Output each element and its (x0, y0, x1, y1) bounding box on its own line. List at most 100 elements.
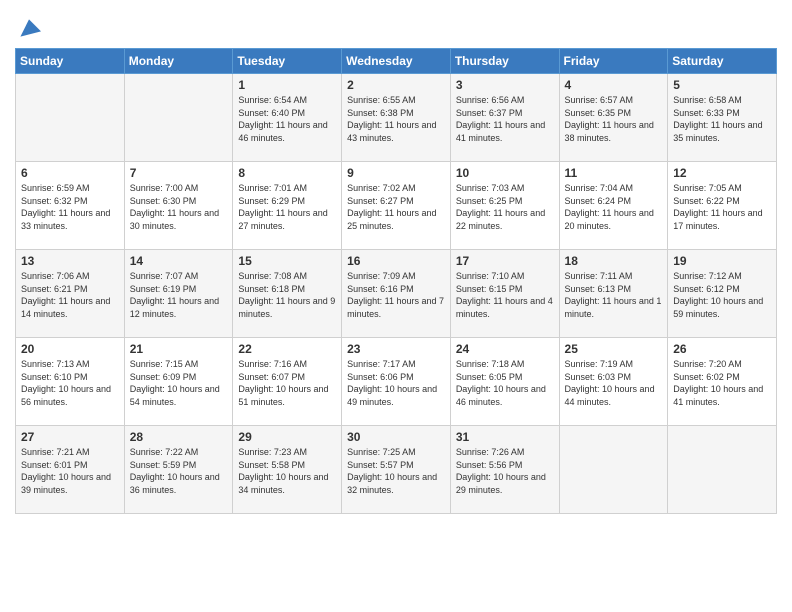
cell-info: Sunrise: 7:25 AM Sunset: 5:57 PM Dayligh… (347, 446, 445, 496)
day-number: 21 (130, 342, 228, 356)
day-number: 1 (238, 78, 336, 92)
day-number: 3 (456, 78, 554, 92)
day-number: 13 (21, 254, 119, 268)
day-header-sunday: Sunday (16, 49, 125, 74)
cell-info: Sunrise: 7:01 AM Sunset: 6:29 PM Dayligh… (238, 182, 336, 232)
cell-info: Sunrise: 7:20 AM Sunset: 6:02 PM Dayligh… (673, 358, 771, 408)
calendar-body: 1 Sunrise: 6:54 AM Sunset: 6:40 PM Daylig… (16, 74, 777, 514)
cell-info: Sunrise: 6:57 AM Sunset: 6:35 PM Dayligh… (565, 94, 663, 144)
calendar-cell: 25Sunrise: 7:19 AM Sunset: 6:03 PM Dayli… (559, 338, 668, 426)
cell-info: Sunrise: 7:16 AM Sunset: 6:07 PM Dayligh… (238, 358, 336, 408)
calendar-page: SundayMondayTuesdayWednesdayThursdayFrid… (0, 0, 792, 529)
week-row-3: 20 Sunrise: 7:13 AM Sunset: 6:10 PM Dayli… (16, 338, 777, 426)
calendar-cell: 5 Sunrise: 6:58 AM Sunset: 6:33 PM Daylig… (668, 74, 777, 162)
logo (15, 16, 41, 40)
cell-info: Sunrise: 6:55 AM Sunset: 6:38 PM Dayligh… (347, 94, 445, 144)
cell-info: Sunrise: 7:11 AM Sunset: 6:13 PM Dayligh… (565, 270, 663, 320)
day-number: 24 (456, 342, 554, 356)
day-number: 27 (21, 430, 119, 444)
cell-info: Sunrise: 7:19 AM Sunset: 6:03 PM Dayligh… (565, 358, 663, 408)
calendar-cell: 1 Sunrise: 6:54 AM Sunset: 6:40 PM Daylig… (233, 74, 342, 162)
day-number: 18 (565, 254, 663, 268)
calendar-table: SundayMondayTuesdayWednesdayThursdayFrid… (15, 48, 777, 514)
cell-info: Sunrise: 7:07 AM Sunset: 6:19 PM Dayligh… (130, 270, 228, 320)
day-number: 23 (347, 342, 445, 356)
day-number: 8 (238, 166, 336, 180)
day-number: 17 (456, 254, 554, 268)
day-number: 28 (130, 430, 228, 444)
calendar-cell: 18 Sunrise: 7:11 AM Sunset: 6:13 PM Dayli… (559, 250, 668, 338)
day-header-saturday: Saturday (668, 49, 777, 74)
cell-info: Sunrise: 7:00 AM Sunset: 6:30 PM Dayligh… (130, 182, 228, 232)
calendar-cell: 29 Sunrise: 7:23 AM Sunset: 5:58 PM Dayli… (233, 426, 342, 514)
week-row-2: 13 Sunrise: 7:06 AM Sunset: 6:21 PM Dayli… (16, 250, 777, 338)
cell-info: Sunrise: 7:15 AM Sunset: 6:09 PM Dayligh… (130, 358, 228, 408)
cell-info: Sunrise: 6:56 AM Sunset: 6:37 PM Dayligh… (456, 94, 554, 144)
day-number: 30 (347, 430, 445, 444)
calendar-cell: 12Sunrise: 7:05 AM Sunset: 6:22 PM Dayli… (668, 162, 777, 250)
cell-info: Sunrise: 7:05 AM Sunset: 6:22 PM Dayligh… (673, 182, 771, 232)
calendar-cell: 16 Sunrise: 7:09 AM Sunset: 6:16 PM Dayli… (342, 250, 451, 338)
calendar-cell: 19 Sunrise: 7:12 AM Sunset: 6:12 PM Dayli… (668, 250, 777, 338)
day-number: 15 (238, 254, 336, 268)
calendar-cell (124, 74, 233, 162)
day-number: 26 (673, 342, 771, 356)
day-number: 4 (565, 78, 663, 92)
calendar-cell: 26 Sunrise: 7:20 AM Sunset: 6:02 PM Dayli… (668, 338, 777, 426)
calendar-cell: 3 Sunrise: 6:56 AM Sunset: 6:37 PM Daylig… (450, 74, 559, 162)
calendar-cell: 21 Sunrise: 7:15 AM Sunset: 6:09 PM Dayli… (124, 338, 233, 426)
cell-info: Sunrise: 7:09 AM Sunset: 6:16 PM Dayligh… (347, 270, 445, 320)
cell-info: Sunrise: 7:10 AM Sunset: 6:15 PM Dayligh… (456, 270, 554, 320)
cell-info: Sunrise: 6:59 AM Sunset: 6:32 PM Dayligh… (21, 182, 119, 232)
day-number: 5 (673, 78, 771, 92)
day-number: 2 (347, 78, 445, 92)
cell-info: Sunrise: 7:08 AM Sunset: 6:18 PM Dayligh… (238, 270, 336, 320)
day-number: 20 (21, 342, 119, 356)
calendar-cell (668, 426, 777, 514)
day-number: 10 (456, 166, 554, 180)
calendar-cell: 27 Sunrise: 7:21 AM Sunset: 6:01 PM Dayli… (16, 426, 125, 514)
calendar-cell: 6Sunrise: 6:59 AM Sunset: 6:32 PM Daylig… (16, 162, 125, 250)
day-number: 19 (673, 254, 771, 268)
day-number: 22 (238, 342, 336, 356)
day-number: 16 (347, 254, 445, 268)
calendar-cell: 30 Sunrise: 7:25 AM Sunset: 5:57 PM Dayli… (342, 426, 451, 514)
calendar-cell: 8 Sunrise: 7:01 AM Sunset: 6:29 PM Daylig… (233, 162, 342, 250)
calendar-cell: 15 Sunrise: 7:08 AM Sunset: 6:18 PM Dayli… (233, 250, 342, 338)
calendar-cell: 13 Sunrise: 7:06 AM Sunset: 6:21 PM Dayli… (16, 250, 125, 338)
calendar-cell: 17 Sunrise: 7:10 AM Sunset: 6:15 PM Dayli… (450, 250, 559, 338)
day-header-thursday: Thursday (450, 49, 559, 74)
cell-info: Sunrise: 6:54 AM Sunset: 6:40 PM Dayligh… (238, 94, 336, 144)
day-number: 7 (130, 166, 228, 180)
calendar-cell: 4 Sunrise: 6:57 AM Sunset: 6:35 PM Daylig… (559, 74, 668, 162)
cell-info: Sunrise: 7:02 AM Sunset: 6:27 PM Dayligh… (347, 182, 445, 232)
cell-info: Sunrise: 6:58 AM Sunset: 6:33 PM Dayligh… (673, 94, 771, 144)
calendar-cell: 20 Sunrise: 7:13 AM Sunset: 6:10 PM Dayli… (16, 338, 125, 426)
cell-info: Sunrise: 7:12 AM Sunset: 6:12 PM Dayligh… (673, 270, 771, 320)
calendar-cell (16, 74, 125, 162)
cell-info: Sunrise: 7:22 AM Sunset: 5:59 PM Dayligh… (130, 446, 228, 496)
day-header-wednesday: Wednesday (342, 49, 451, 74)
calendar-cell: 31Sunrise: 7:26 AM Sunset: 5:56 PM Dayli… (450, 426, 559, 514)
day-header-tuesday: Tuesday (233, 49, 342, 74)
cell-info: Sunrise: 7:17 AM Sunset: 6:06 PM Dayligh… (347, 358, 445, 408)
cell-info: Sunrise: 7:13 AM Sunset: 6:10 PM Dayligh… (21, 358, 119, 408)
day-number: 9 (347, 166, 445, 180)
week-row-0: 1 Sunrise: 6:54 AM Sunset: 6:40 PM Daylig… (16, 74, 777, 162)
cell-info: Sunrise: 7:18 AM Sunset: 6:05 PM Dayligh… (456, 358, 554, 408)
cell-info: Sunrise: 7:03 AM Sunset: 6:25 PM Dayligh… (456, 182, 554, 232)
day-number: 11 (565, 166, 663, 180)
calendar-cell: 10 Sunrise: 7:03 AM Sunset: 6:25 PM Dayli… (450, 162, 559, 250)
day-number: 29 (238, 430, 336, 444)
calendar-cell: 7 Sunrise: 7:00 AM Sunset: 6:30 PM Daylig… (124, 162, 233, 250)
cell-info: Sunrise: 7:23 AM Sunset: 5:58 PM Dayligh… (238, 446, 336, 496)
calendar-cell: 23 Sunrise: 7:17 AM Sunset: 6:06 PM Dayli… (342, 338, 451, 426)
cell-info: Sunrise: 7:06 AM Sunset: 6:21 PM Dayligh… (21, 270, 119, 320)
week-row-1: 6Sunrise: 6:59 AM Sunset: 6:32 PM Daylig… (16, 162, 777, 250)
calendar-cell: 28 Sunrise: 7:22 AM Sunset: 5:59 PM Dayli… (124, 426, 233, 514)
cell-info: Sunrise: 7:04 AM Sunset: 6:24 PM Dayligh… (565, 182, 663, 232)
calendar-header-row: SundayMondayTuesdayWednesdayThursdayFrid… (16, 49, 777, 74)
cell-info: Sunrise: 7:21 AM Sunset: 6:01 PM Dayligh… (21, 446, 119, 496)
calendar-cell: 2 Sunrise: 6:55 AM Sunset: 6:38 PM Daylig… (342, 74, 451, 162)
day-number: 14 (130, 254, 228, 268)
